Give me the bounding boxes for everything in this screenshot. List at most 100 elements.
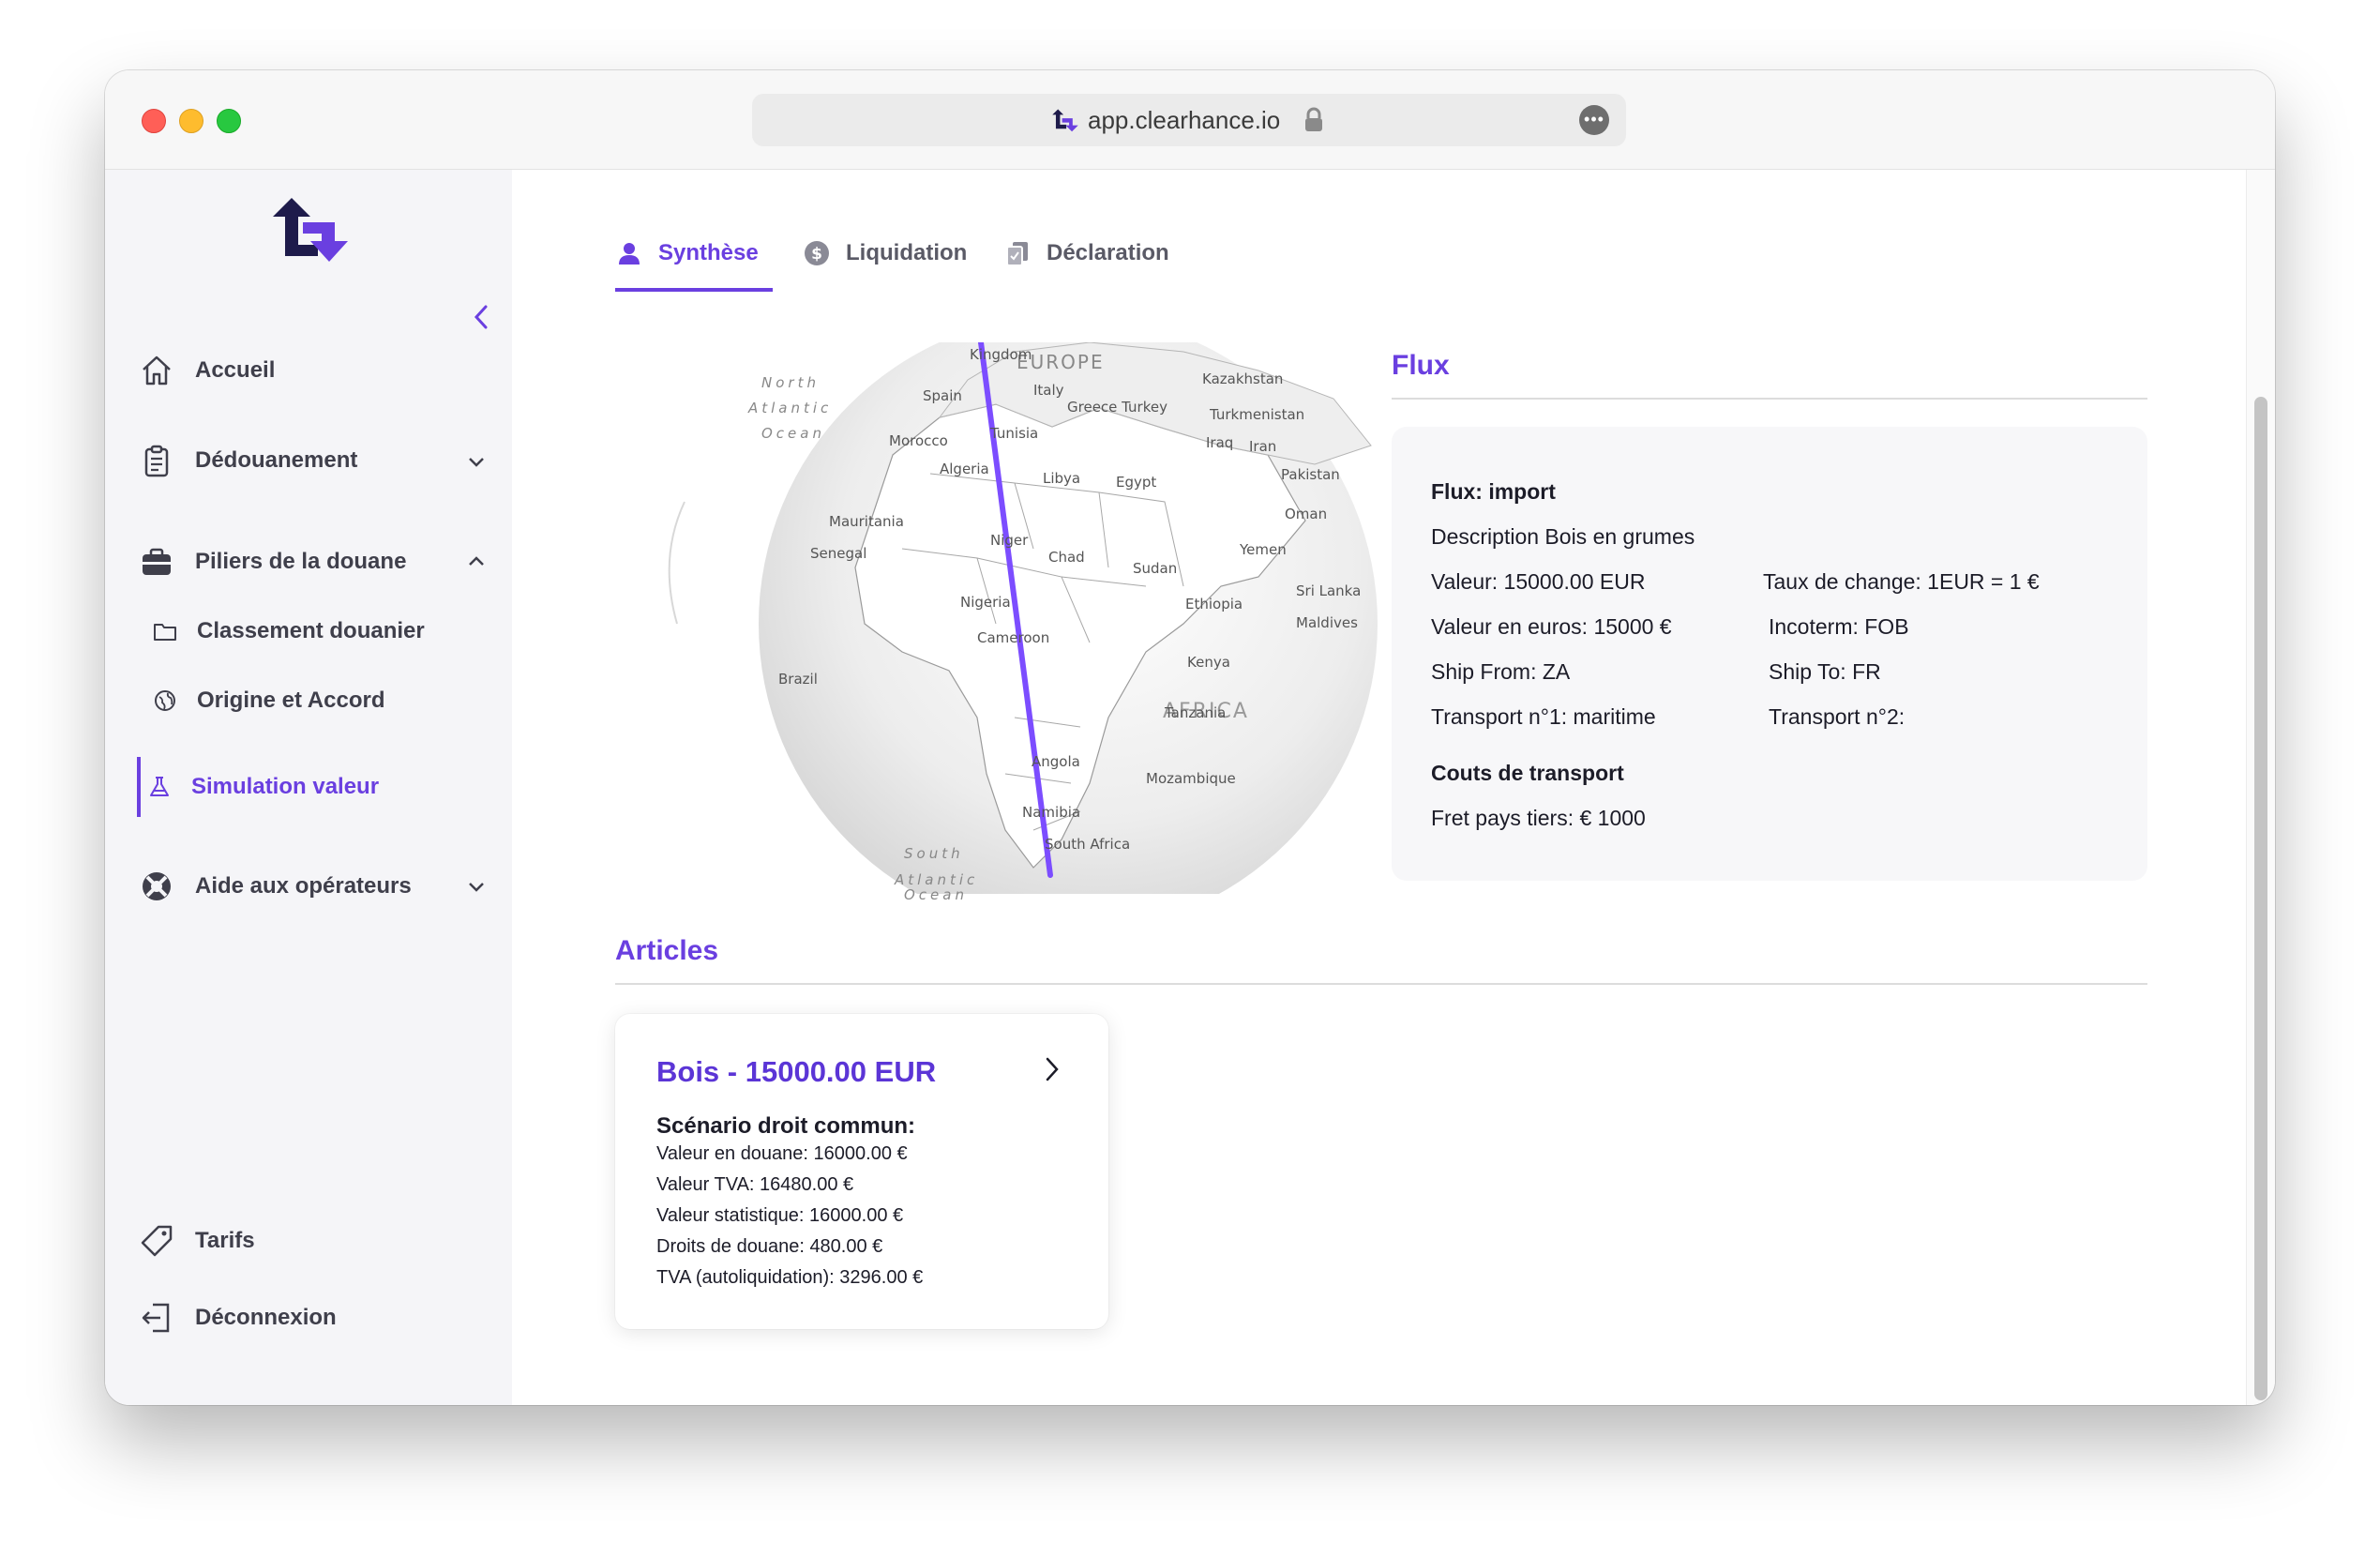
home-icon	[139, 353, 174, 388]
sidebar-item-label: Tarifs	[195, 1228, 255, 1253]
logout-icon	[139, 1300, 174, 1336]
site-logo-icon	[1052, 109, 1078, 132]
map-label: Tunisia	[989, 425, 1038, 442]
map-label: North	[761, 374, 820, 391]
address-bar[interactable]: app.clearhance.io •••	[752, 94, 1626, 146]
map-label: Ocean	[761, 425, 825, 442]
user-icon	[615, 239, 643, 267]
tab-label: Liquidation	[846, 240, 968, 265]
flux-section-title: Flux	[1392, 350, 1450, 381]
lifebuoy-icon	[139, 869, 174, 904]
sidebar-item-tarifs[interactable]: Tarifs	[139, 1218, 255, 1263]
flux-transport-2: Transport n°2:	[1769, 704, 1906, 729]
map-label: Ocean	[904, 886, 968, 903]
sidebar-item-dedouanement[interactable]: Dédouanement	[139, 438, 357, 483]
map-label: Namibia	[1022, 804, 1080, 821]
browser-window: app.clearhance.io ••• Accueil Dédouaneme…	[105, 70, 2275, 1405]
article-droits-douane: Droits de douane: 480.00 €	[656, 1236, 883, 1257]
collapse-sidebar-icon[interactable]	[471, 303, 491, 331]
article-card[interactable]: Bois - 15000.00 EUR Scénario droit commu…	[615, 1014, 1108, 1329]
map-label: Algeria	[940, 461, 989, 477]
chevron-right-icon[interactable]	[1043, 1055, 1062, 1083]
sidebar-item-piliers[interactable]: Piliers de la douane	[139, 539, 406, 584]
minimize-window-button[interactable]	[179, 109, 203, 133]
tag-icon	[139, 1223, 174, 1259]
tab-synthese[interactable]: Synthèse	[615, 230, 759, 277]
chevron-up-icon[interactable]	[466, 552, 487, 572]
sidebar-item-label: Accueil	[195, 357, 276, 383]
map-label: Mozambique	[1146, 770, 1236, 787]
tab-declaration[interactable]: Déclaration	[1003, 230, 1169, 277]
map-label: Kazakhstan	[1202, 370, 1283, 387]
flux-type: Flux: import	[1431, 479, 1556, 504]
map-label: Italy	[1033, 382, 1064, 399]
sidebar-item-label: Piliers de la douane	[195, 549, 407, 574]
map-label: South Africa	[1045, 836, 1130, 853]
sidebar-item-deconnexion[interactable]: Déconnexion	[139, 1295, 337, 1340]
article-scenario-title: Scénario droit commun:	[656, 1113, 916, 1139]
transport-costs-title: Couts de transport	[1431, 761, 1624, 785]
article-valeur-douane: Valeur en douane: 16000.00 €	[656, 1143, 908, 1164]
map-label: Sudan	[1133, 560, 1177, 577]
brand-logo-icon[interactable]	[269, 194, 350, 264]
article-tva-autoliquidation: TVA (autoliquidation): 3296.00 €	[656, 1267, 924, 1288]
scrollbar-thumb[interactable]	[2254, 397, 2267, 1400]
map-label: Oman	[1285, 506, 1327, 522]
map-label: Maldives	[1296, 614, 1358, 631]
flux-valeur-euros: Valeur en euros: 15000 €	[1431, 614, 1672, 639]
map-label: Sri Lanka	[1296, 582, 1361, 599]
briefcase-icon	[139, 544, 174, 580]
map-label: Cameroon	[977, 629, 1049, 646]
sidebar-item-aide[interactable]: Aide aux opérateurs	[139, 864, 412, 909]
sidebar-subitem-label: Simulation valeur	[191, 774, 380, 799]
tab-liquidation[interactable]: $ Liquidation	[803, 230, 967, 277]
sidebar-subitem-label: Classement douanier	[197, 618, 425, 643]
map-label: Niger	[990, 532, 1029, 549]
maximize-window-button[interactable]	[217, 109, 241, 133]
sidebar-subitem-origine[interactable]: Origine et Accord	[152, 680, 384, 721]
folder-icon	[152, 618, 178, 644]
sidebar-subitem-simulation[interactable]: Simulation valeur	[146, 766, 379, 808]
map-label: Yemen	[1239, 541, 1287, 558]
map-label: Brazil	[778, 671, 818, 688]
map-label: Libya	[1043, 470, 1080, 487]
map-label: Chad	[1048, 549, 1085, 566]
globe-icon	[152, 688, 178, 714]
flux-valeur: Valeur: 15000.00 EUR	[1431, 569, 1646, 594]
map-label: Egypt	[1116, 474, 1156, 491]
map-label: Iran	[1249, 438, 1276, 455]
flux-ship-from: Ship From: ZA	[1431, 659, 1571, 684]
url-text: app.clearhance.io	[1088, 106, 1281, 134]
sidebar-item-accueil[interactable]: Accueil	[139, 348, 275, 393]
flask-icon	[146, 774, 173, 800]
clipboard-icon	[139, 443, 174, 478]
map-label: Mauritania	[829, 513, 904, 530]
chevron-down-icon[interactable]	[466, 451, 487, 472]
map-label: Tanzania	[1164, 704, 1226, 721]
map-label: Spain	[923, 387, 962, 404]
active-indicator	[137, 757, 141, 817]
sidebar: Accueil Dédouanement Piliers de la douan…	[105, 170, 512, 1405]
close-window-button[interactable]	[142, 109, 166, 133]
chevron-down-icon[interactable]	[466, 876, 487, 897]
south-america-edge	[668, 501, 685, 625]
sidebar-subitem-classement[interactable]: Classement douanier	[152, 611, 425, 652]
map-label: Kingdom	[970, 346, 1032, 363]
fret-pays-tiers: Fret pays tiers: € 1000	[1431, 806, 1646, 830]
map-label: Atlantic	[747, 400, 832, 416]
map-label: Greece Turkey	[1067, 399, 1167, 416]
lock-icon	[1305, 107, 1322, 131]
map-label: Iraq	[1206, 434, 1233, 451]
flux-taux-change: Taux de change: 1EUR = 1 €	[1763, 569, 2040, 594]
article-title: Bois - 15000.00 EUR	[656, 1055, 937, 1088]
flux-incoterm: Incoterm: FOB	[1769, 614, 1909, 639]
map-label: Angola	[1032, 753, 1080, 770]
sidebar-item-label: Dédouanement	[195, 447, 358, 473]
map-label: Kenya	[1187, 654, 1230, 671]
article-valeur-tva: Valeur TVA: 16480.00 €	[656, 1174, 854, 1195]
more-options-icon[interactable]: •••	[1579, 105, 1609, 135]
article-valeur-statistique: Valeur statistique: 16000.00 €	[656, 1205, 904, 1226]
dollar-icon: $	[803, 239, 831, 267]
map-label: Turkmenistan	[1209, 406, 1304, 423]
route-globe-map: North Atlantic Ocean South Atlantic Ocea…	[658, 342, 1457, 903]
